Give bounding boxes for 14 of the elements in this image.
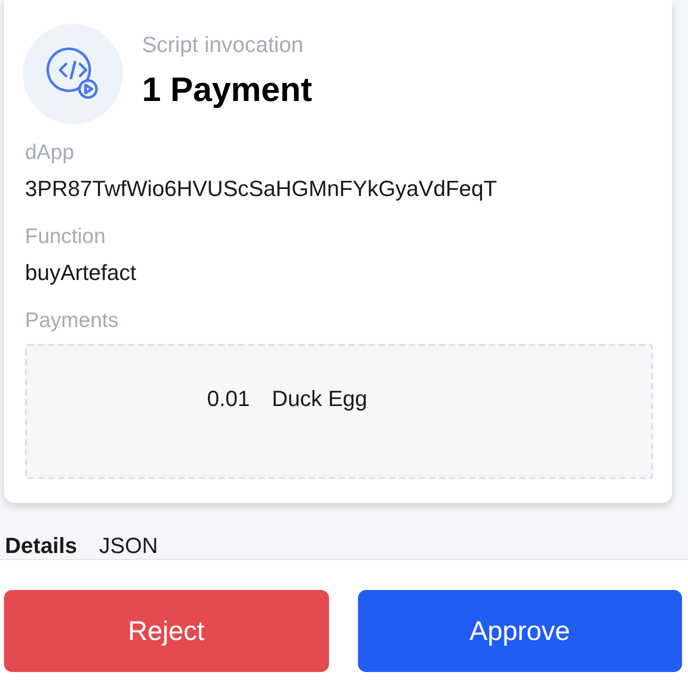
payment-amount: 0.01	[207, 386, 250, 412]
transaction-type: Script invocation	[142, 32, 304, 58]
field-label: Payments	[25, 308, 118, 334]
tab[interactable]: JSON	[99, 533, 158, 559]
field-label: Function	[25, 224, 106, 250]
field-label: dApp	[25, 140, 74, 166]
approve-button[interactable]: Approve	[358, 590, 682, 672]
reject-button[interactable]: Reject	[4, 590, 328, 672]
code-icon	[23, 24, 123, 124]
transaction-title: 1 Payment	[142, 70, 312, 110]
payment-asset: Duck Egg	[272, 386, 368, 412]
tab[interactable]: Details	[5, 533, 78, 559]
field-value: 3PR87TwfWio6HVUScSaHGMnFYkGyaVdFeqT	[25, 176, 497, 202]
field-value: buyArtefact	[25, 260, 136, 286]
